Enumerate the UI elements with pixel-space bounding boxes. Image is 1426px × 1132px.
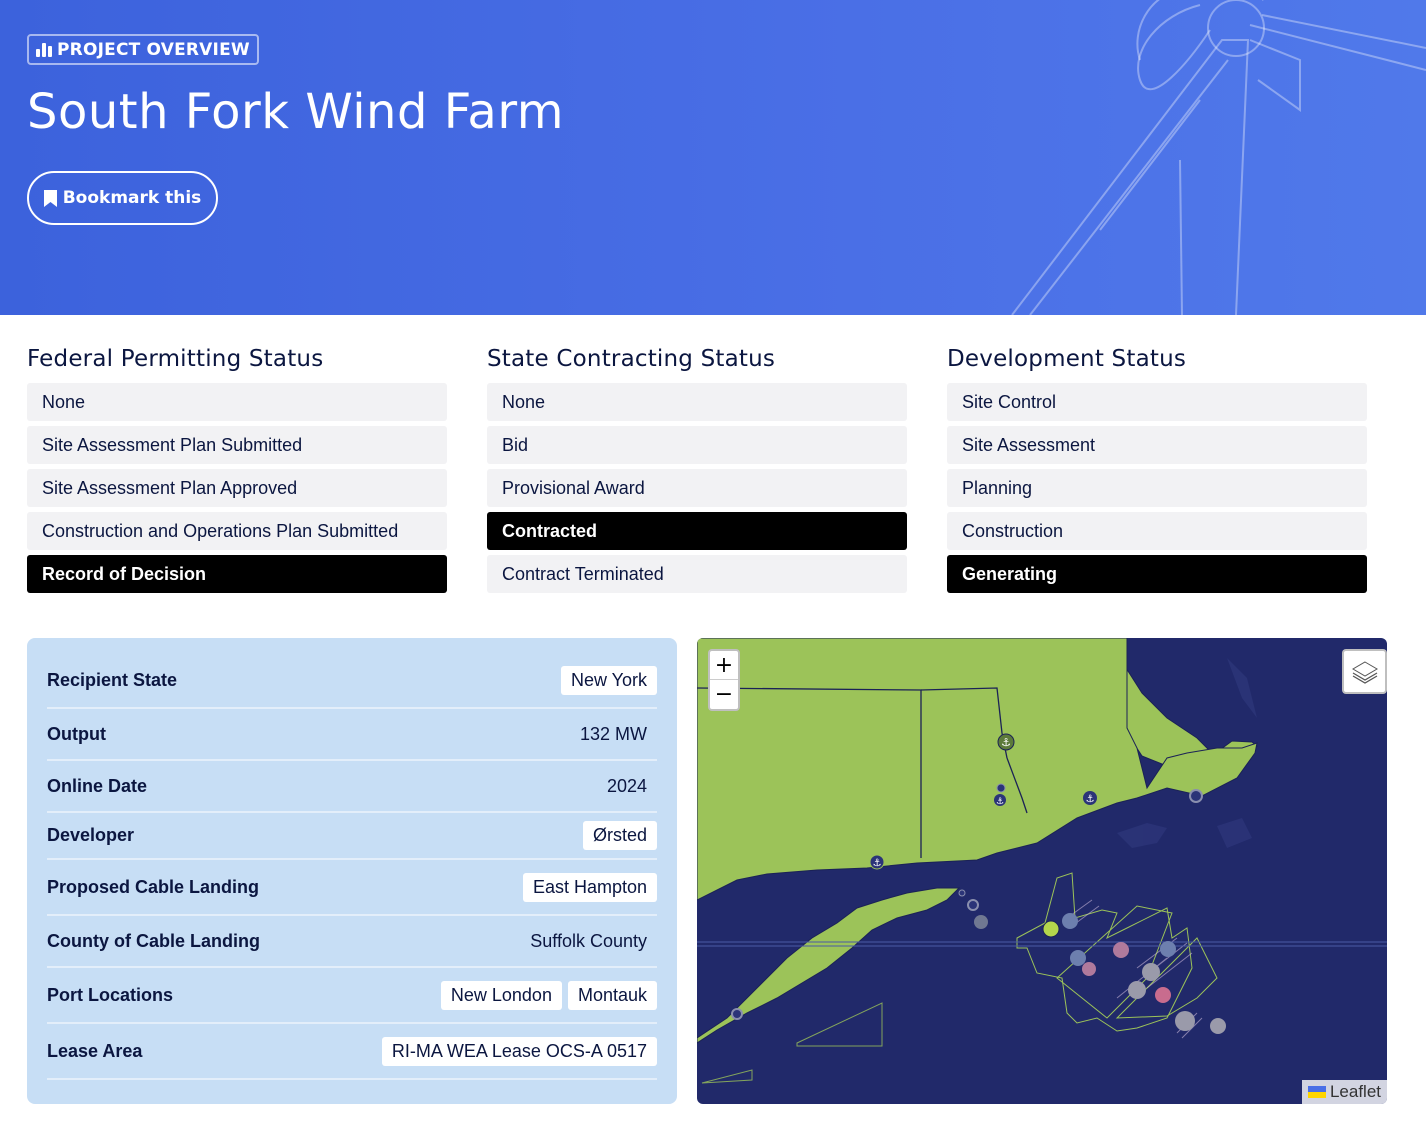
online-date-value: 2024 bbox=[606, 775, 647, 796]
zoom-in-button[interactable]: + bbox=[710, 651, 738, 680]
map-canvas[interactable]: ⚓ ⚓ ⚓ ⚓ bbox=[697, 638, 1387, 1104]
development-status-item: Planning bbox=[947, 469, 1367, 507]
turbine-icon[interactable] bbox=[1155, 987, 1171, 1003]
info-row-port-locations: Port Locations New London Montauk bbox=[47, 968, 657, 1024]
zoom-control: + − bbox=[708, 649, 740, 711]
info-row-lease-area: Lease Area RI-MA WEA Lease OCS-A 0517 bbox=[47, 1024, 657, 1080]
bar-chart-icon bbox=[36, 42, 52, 57]
svg-text:⚓: ⚓ bbox=[1001, 736, 1011, 749]
developer-value: Ørsted bbox=[582, 821, 657, 850]
leaflet-link[interactable]: Leaflet bbox=[1330, 1082, 1381, 1102]
svg-text:⚓: ⚓ bbox=[996, 797, 1004, 807]
info-label: Proposed Cable Landing bbox=[47, 876, 260, 897]
site-marker[interactable] bbox=[1189, 789, 1203, 803]
cable-landing-value: East Hampton bbox=[522, 872, 657, 902]
site-marker[interactable] bbox=[967, 899, 979, 911]
federal-status-item: Record of Decision bbox=[27, 555, 447, 593]
federal-status-item: Site Assessment Plan Submitted bbox=[27, 426, 447, 464]
info-label: Developer bbox=[47, 825, 135, 845]
site-marker[interactable] bbox=[958, 889, 966, 897]
state-status-item: Bid bbox=[487, 426, 907, 464]
info-row-cable-landing: Proposed Cable Landing East Hampton bbox=[47, 860, 657, 916]
turbine-icon[interactable] bbox=[1070, 950, 1086, 966]
turbine-icon[interactable] bbox=[1142, 963, 1160, 981]
info-row-county: County of Cable Landing Suffolk County bbox=[47, 916, 657, 968]
anchor-icon[interactable]: ⚓ bbox=[1083, 791, 1097, 805]
state-status-item: Contract Terminated bbox=[487, 555, 907, 593]
development-status-item: Site Control bbox=[947, 383, 1367, 421]
turbine-icon[interactable] bbox=[1042, 920, 1060, 938]
state-status-heading: State Contracting Status bbox=[487, 346, 776, 372]
project-details-panel: Recipient State New York Output 132 MW O… bbox=[27, 638, 677, 1104]
turbine-icon[interactable] bbox=[1062, 913, 1078, 929]
eyebrow-label: PROJECT OVERVIEW bbox=[57, 39, 250, 60]
anchor-icon[interactable]: ⚓ bbox=[997, 733, 1015, 751]
project-map[interactable]: ⚓ ⚓ ⚓ ⚓ + − Leaflet bbox=[697, 638, 1387, 1104]
hero-banner: PROJECT OVERVIEW South Fork Wind Farm Bo… bbox=[0, 0, 1426, 315]
info-label: Output bbox=[47, 723, 106, 744]
turbine-icon[interactable] bbox=[974, 915, 988, 929]
zoom-out-button[interactable]: − bbox=[710, 680, 738, 709]
info-label: Lease Area bbox=[47, 1040, 143, 1061]
info-label: Online Date bbox=[47, 775, 148, 796]
turbine-icon[interactable] bbox=[1210, 1018, 1226, 1034]
port-location-chip: New London bbox=[440, 980, 562, 1010]
state-status-item: Provisional Award bbox=[487, 469, 907, 507]
layers-icon bbox=[1351, 660, 1378, 684]
page-title: South Fork Wind Farm bbox=[27, 84, 564, 140]
development-status: Development Status Site Control Site Ass… bbox=[947, 343, 1367, 598]
output-value: 132 MW bbox=[579, 723, 647, 744]
county-value: Suffolk County bbox=[530, 930, 647, 951]
info-row-recipient-state: Recipient State New York bbox=[47, 654, 657, 709]
site-marker[interactable] bbox=[996, 783, 1006, 793]
federal-status-item: None bbox=[27, 383, 447, 421]
info-row-online-date: Online Date 2024 bbox=[47, 761, 657, 813]
state-status-item: Contracted bbox=[487, 512, 907, 550]
state-status-item: None bbox=[487, 383, 907, 421]
port-location-chip: Montauk bbox=[567, 980, 657, 1010]
bookmark-button[interactable]: Bookmark this bbox=[27, 171, 218, 225]
project-overview-tag: PROJECT OVERVIEW bbox=[27, 34, 259, 65]
info-row-output: Output 132 MW bbox=[47, 709, 657, 761]
lease-area-value: RI-MA WEA Lease OCS-A 0517 bbox=[381, 1036, 657, 1066]
state-contracting-status: State Contracting Status None Bid Provis… bbox=[487, 343, 907, 598]
bookmark-icon bbox=[43, 189, 57, 207]
turbine-icon[interactable] bbox=[1113, 942, 1129, 958]
federal-status-item: Construction and Operations Plan Submitt… bbox=[27, 512, 447, 550]
development-status-item: Generating bbox=[947, 555, 1367, 593]
info-label: Recipient State bbox=[47, 670, 178, 690]
turbine-icon[interactable] bbox=[1082, 962, 1096, 976]
federal-permitting-status: Federal Permitting Status None Site Asse… bbox=[27, 343, 447, 598]
development-status-item: Construction bbox=[947, 512, 1367, 550]
federal-status-heading: Federal Permitting Status bbox=[27, 346, 324, 372]
ukraine-flag-icon bbox=[1307, 1086, 1326, 1098]
bookmark-label: Bookmark this bbox=[62, 188, 202, 208]
development-status-item: Site Assessment bbox=[947, 426, 1367, 464]
turbine-icon[interactable] bbox=[1175, 1011, 1195, 1031]
svg-text:⚓: ⚓ bbox=[1086, 794, 1095, 805]
development-status-heading: Development Status bbox=[947, 346, 1187, 372]
info-label: Port Locations bbox=[47, 984, 174, 1005]
layers-button[interactable] bbox=[1342, 649, 1387, 694]
site-marker[interactable] bbox=[731, 1008, 743, 1020]
turbine-icon[interactable] bbox=[1160, 941, 1176, 957]
turbine-icon[interactable] bbox=[1128, 981, 1146, 999]
info-row-developer: Developer Ørsted bbox=[47, 813, 657, 860]
map-attribution: Leaflet bbox=[1301, 1080, 1387, 1104]
info-label: County of Cable Landing bbox=[47, 930, 260, 951]
svg-text:⚓: ⚓ bbox=[873, 858, 882, 869]
anchor-icon[interactable]: ⚓ bbox=[869, 854, 885, 870]
recipient-state-value: New York bbox=[560, 666, 657, 695]
federal-status-item: Site Assessment Plan Approved bbox=[27, 469, 447, 507]
